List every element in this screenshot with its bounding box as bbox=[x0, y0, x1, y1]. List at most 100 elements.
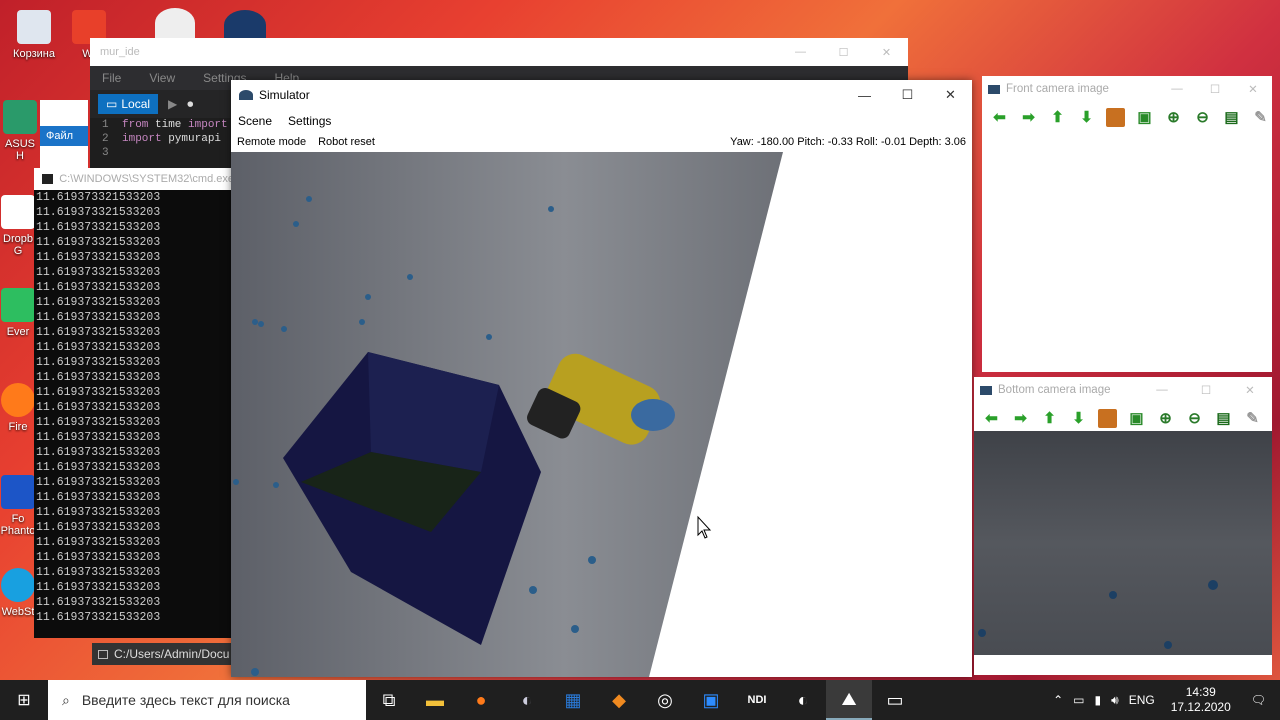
terminal-taskbar-label[interactable]: C:/Users/Admin/Docu bbox=[92, 643, 234, 665]
close-button[interactable]: ✕ bbox=[929, 80, 972, 110]
windows-icon: ⊞ bbox=[17, 692, 31, 709]
particle bbox=[588, 556, 596, 564]
taskbar-app-penguin[interactable]: ◐ bbox=[504, 680, 550, 720]
arrow-right-icon[interactable]: ➡ bbox=[1019, 108, 1038, 127]
taskbar-obs[interactable]: ◎ bbox=[642, 680, 688, 720]
local-button[interactable]: ▭ Local bbox=[98, 94, 159, 114]
close-icon[interactable]: ✕ bbox=[1228, 383, 1272, 397]
save-icon[interactable]: ▤ bbox=[1214, 409, 1233, 428]
desktop-icon-recycle-bin[interactable]: Корзина bbox=[4, 10, 64, 60]
maximize-button[interactable]: ☐ bbox=[886, 80, 929, 110]
simulator-titlebar[interactable]: Simulator — ☐ ✕ bbox=[231, 80, 972, 110]
zoom-out-icon[interactable]: ⊖ bbox=[1193, 108, 1212, 127]
evernote-icon bbox=[1, 288, 35, 322]
bottom-camera-titlebar[interactable]: Bottom camera image — ☐ ✕ bbox=[974, 377, 1272, 403]
battery-icon[interactable]: ▮ bbox=[1095, 693, 1102, 707]
minimize-button[interactable]: — bbox=[843, 80, 886, 110]
arrow-up-icon[interactable]: ⬆ bbox=[1048, 108, 1067, 127]
taskbar-app-editor[interactable]: ▦ bbox=[550, 680, 596, 720]
menu-settings[interactable]: Settings bbox=[288, 114, 331, 128]
particle bbox=[365, 294, 371, 300]
3d-viewport[interactable] bbox=[231, 152, 972, 677]
task-view-button[interactable]: ⧉ bbox=[366, 680, 412, 720]
meet-now-icon[interactable]: ▭ bbox=[1073, 693, 1084, 707]
taskbar-mur-ide[interactable]: ◐ bbox=[780, 680, 826, 720]
terminal-line: 11.619373321533203 bbox=[36, 221, 161, 234]
arrow-left-icon[interactable]: ⬅ bbox=[982, 409, 1001, 428]
desktop-icon-asus[interactable]: ASUS H bbox=[0, 100, 40, 162]
ide-titlebar[interactable]: mur_ide — ☐ ✕ bbox=[90, 38, 908, 66]
volume-icon[interactable]: 🔊︎ bbox=[1111, 693, 1119, 708]
arrow-left-icon[interactable]: ⬅ bbox=[990, 108, 1009, 127]
maximize-icon[interactable]: ☐ bbox=[822, 46, 865, 59]
particle bbox=[258, 321, 264, 327]
menu-file[interactable]: File bbox=[102, 71, 121, 85]
terminal-titlebar[interactable]: C:\WINDOWS\SYSTEM32\cmd.exe bbox=[34, 168, 234, 190]
fit-icon[interactable]: ▣ bbox=[1127, 409, 1146, 428]
taskbar-zoom[interactable]: ▣ bbox=[688, 680, 734, 720]
particle bbox=[978, 629, 986, 637]
desktop-icon-firefox[interactable]: Fire bbox=[0, 383, 36, 433]
terminal-line: 11.619373321533203 bbox=[36, 311, 161, 324]
taskbar-sublime[interactable]: ◆ bbox=[596, 680, 642, 720]
desktop-icon-webstorm[interactable]: WebSt bbox=[0, 568, 36, 618]
terminal-line: 11.619373321533203 bbox=[36, 281, 161, 294]
maximize-icon[interactable]: ☐ bbox=[1184, 383, 1228, 397]
terminal-line: 11.619373321533203 bbox=[36, 401, 161, 414]
close-icon[interactable]: ✕ bbox=[865, 46, 908, 59]
image-icon[interactable] bbox=[1106, 107, 1125, 127]
terminal-line: 11.619373321533203 bbox=[36, 431, 161, 444]
particle bbox=[1208, 580, 1218, 590]
minimize-icon[interactable]: — bbox=[1158, 83, 1196, 95]
particle bbox=[407, 274, 413, 280]
terminal-line: 11.619373321533203 bbox=[36, 461, 161, 474]
menu-scene[interactable]: Scene bbox=[238, 114, 272, 128]
particle bbox=[251, 668, 259, 676]
close-icon[interactable]: ✕ bbox=[1234, 82, 1272, 96]
menu-view[interactable]: View bbox=[149, 71, 175, 85]
run-icon[interactable]: ▶ bbox=[168, 97, 177, 111]
minimize-icon[interactable]: — bbox=[779, 46, 822, 58]
clock[interactable]: 14:39 17.12.2020 bbox=[1171, 685, 1231, 715]
start-button[interactable]: ⊞ bbox=[0, 680, 48, 720]
desktop-icon-evernote[interactable]: Ever bbox=[0, 288, 36, 338]
image-icon[interactable] bbox=[1098, 408, 1117, 428]
stop-icon[interactable]: ⏺ bbox=[187, 97, 193, 112]
chevron-up-icon[interactable]: ⌃ bbox=[1053, 693, 1063, 707]
arrow-up-icon[interactable]: ⬆ bbox=[1040, 409, 1059, 428]
front-camera-titlebar[interactable]: Front camera image — ☐ ✕ bbox=[982, 76, 1272, 102]
arrow-right-icon[interactable]: ➡ bbox=[1011, 409, 1030, 428]
zoom-in-icon[interactable]: ⊕ bbox=[1164, 108, 1183, 127]
fit-icon[interactable]: ▣ bbox=[1135, 108, 1154, 127]
penguin-desktop-icon[interactable] bbox=[224, 10, 266, 40]
taskbar-explorer[interactable]: ▬ bbox=[412, 680, 458, 720]
particle bbox=[529, 586, 537, 594]
arrow-down-icon[interactable]: ⬇ bbox=[1077, 108, 1096, 127]
arrow-down-icon[interactable]: ⬇ bbox=[1069, 409, 1088, 428]
desktop-icon-dropbox[interactable]: Dropb G bbox=[0, 195, 36, 257]
phantom-pdf-icon bbox=[1, 475, 35, 509]
terminal-line: 11.619373321533203 bbox=[36, 491, 161, 504]
language-indicator[interactable]: ENG bbox=[1129, 693, 1155, 707]
terminal-line: 11.619373321533203 bbox=[36, 581, 161, 594]
taskbar-search[interactable]: ⌕ Введите здесь текст для поиска bbox=[48, 680, 366, 720]
notification-icon[interactable]: 🗨︎ bbox=[1251, 693, 1266, 707]
minimize-icon[interactable]: — bbox=[1140, 384, 1184, 396]
maximize-icon[interactable]: ☐ bbox=[1196, 82, 1234, 96]
taskbar-simulator[interactable]: ⛰ bbox=[826, 680, 872, 720]
robot-reset-button[interactable]: Robot reset bbox=[318, 136, 375, 148]
taskbar-ndi[interactable]: NDI bbox=[734, 680, 780, 720]
taskbar-cmd[interactable]: ▭ bbox=[872, 680, 918, 720]
remote-mode-button[interactable]: Remote mode bbox=[237, 136, 306, 148]
gear-desktop-icon[interactable] bbox=[155, 8, 195, 38]
save-icon[interactable]: ▤ bbox=[1222, 108, 1241, 127]
brush-icon[interactable]: ✎ bbox=[1251, 108, 1270, 127]
zoom-in-icon[interactable]: ⊕ bbox=[1156, 409, 1175, 428]
cmd-icon bbox=[98, 649, 108, 659]
webstorm-icon bbox=[1, 568, 35, 602]
scene-backdrop bbox=[649, 152, 972, 677]
desktop-icon-phantom[interactable]: Fo Phanto bbox=[0, 475, 36, 537]
taskbar-firefox[interactable]: ● bbox=[458, 680, 504, 720]
brush-icon[interactable]: ✎ bbox=[1243, 409, 1262, 428]
zoom-out-icon[interactable]: ⊖ bbox=[1185, 409, 1204, 428]
